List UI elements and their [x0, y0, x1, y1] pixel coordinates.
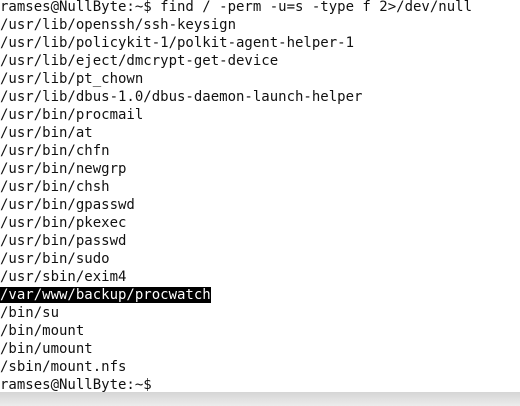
output-line: /bin/umount	[0, 341, 93, 357]
output-line: /usr/lib/openssh/ssh-keysign	[0, 17, 237, 33]
output-line: /usr/bin/gpasswd	[0, 197, 135, 213]
terminal-output: ramses@NullByte:~$ find / -perm -u=s -ty…	[0, 0, 472, 392]
output-line: /bin/su	[0, 305, 60, 321]
window-bottom-edge	[0, 392, 520, 406]
output-line: /usr/bin/chsh	[0, 179, 110, 195]
highlighted-output-line[interactable]: /var/www/backup/procwatch	[0, 286, 472, 304]
output-line: /usr/lib/policykit-1/polkit-agent-helper…	[0, 35, 355, 51]
output-line: /usr/bin/passwd	[0, 233, 127, 249]
output-line: /usr/bin/newgrp	[0, 161, 127, 177]
output-line: /sbin/mount.nfs	[0, 359, 127, 375]
output-line: /usr/lib/pt_chown	[0, 71, 144, 87]
output-line: /usr/bin/procmail	[0, 107, 144, 123]
command-line: ramses@NullByte:~$ find / -perm -u=s -ty…	[0, 0, 473, 15]
output-line: /usr/lib/eject/dmcrypt-get-device	[0, 53, 279, 69]
output-line: /usr/bin/chfn	[0, 143, 110, 159]
shell-prompt[interactable]: ramses@NullByte:~$	[0, 376, 472, 392]
output-line: /usr/bin/sudo	[0, 251, 110, 267]
output-line: /usr/bin/pkexec	[0, 215, 127, 231]
output-line: /usr/bin/at	[0, 125, 93, 141]
output-line: /bin/mount	[0, 323, 85, 339]
output-line: /usr/lib/dbus-1.0/dbus-daemon-launch-hel…	[0, 89, 363, 105]
output-line: /usr/sbin/exim4	[0, 269, 127, 285]
terminal-window[interactable]: ramses@NullByte:~$ find / -perm -u=s -ty…	[0, 0, 520, 392]
